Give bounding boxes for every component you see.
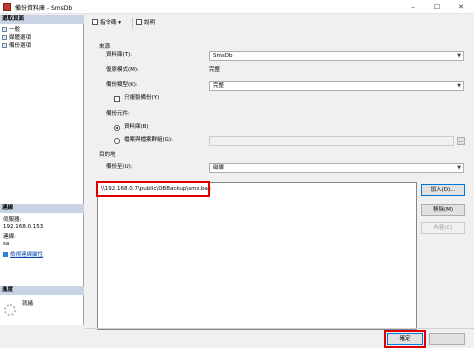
backup-type-select[interactable]: 完整 ▼ bbox=[209, 81, 464, 91]
database-label: 資料庫(T): bbox=[106, 52, 133, 58]
script-button[interactable]: 指令碼 ▾ bbox=[92, 18, 121, 29]
cancel-button[interactable] bbox=[429, 333, 465, 345]
contents-button: 內容(C) bbox=[421, 222, 465, 234]
help-button[interactable]: 說明 bbox=[136, 18, 155, 29]
page-media-options[interactable]: 媒體選項 bbox=[2, 35, 31, 42]
copy-only-checkbox[interactable] bbox=[114, 96, 120, 102]
add-destination-button[interactable]: 加入(D)... bbox=[421, 184, 465, 196]
connection-value: sa bbox=[3, 241, 10, 247]
toolbar-separator bbox=[132, 18, 133, 29]
connection-label: 連線: bbox=[3, 234, 16, 240]
server-value: 192.168.0.153 bbox=[3, 224, 44, 230]
files-textbox bbox=[209, 136, 454, 146]
maximize-button[interactable]: ☐ bbox=[426, 0, 448, 14]
destination-group-label: 目的地 bbox=[99, 152, 116, 158]
close-button[interactable]: ✕ bbox=[450, 0, 472, 14]
page-icon bbox=[2, 27, 7, 32]
backup-type-label: 備份類型(K): bbox=[106, 82, 138, 88]
title-bar: 備份資料庫 - SmsDb – ☐ ✕ bbox=[0, 0, 474, 14]
view-connection-properties-link[interactable]: 檢視連線屬性 bbox=[3, 252, 43, 259]
backup-to-label: 備份至(U): bbox=[106, 164, 133, 170]
source-group-label: 來源 bbox=[99, 44, 111, 50]
recovery-model-label: 復原模式(M): bbox=[106, 67, 139, 73]
component-database-label: 資料庫(B) bbox=[124, 124, 149, 130]
destination-list[interactable]: \\192.168.0.7\public\DBBackup\sms.bak bbox=[97, 182, 417, 330]
toolbar: 指令碼 ▾ 說明 bbox=[86, 16, 472, 31]
component-files-radio[interactable] bbox=[114, 138, 120, 144]
page-backup-options[interactable]: 備份選項 bbox=[2, 43, 31, 50]
minimize-button[interactable]: – bbox=[402, 0, 424, 14]
component-files-label: 檔案與檔案群組(G): bbox=[124, 137, 173, 143]
connection-header: 連線 bbox=[0, 204, 84, 213]
app-icon bbox=[3, 3, 11, 11]
component-database-radio[interactable] bbox=[114, 125, 120, 131]
backup-component-label: 備份元件: bbox=[106, 111, 130, 117]
properties-icon bbox=[3, 252, 8, 257]
chevron-down-icon: ▼ bbox=[457, 83, 461, 89]
script-icon bbox=[92, 19, 98, 25]
progress-spinner-icon bbox=[4, 304, 16, 316]
remove-destination-button[interactable]: 移除(M) bbox=[421, 204, 465, 216]
progress-status: 就緒 bbox=[22, 301, 34, 307]
left-pane: 選取頁面 一般 媒體選項 備份選項 連線 伺服器: 192.168.0.153 … bbox=[0, 15, 84, 325]
footer-divider bbox=[85, 328, 474, 329]
server-label: 伺服器: bbox=[3, 217, 22, 223]
chevron-down-icon: ▼ bbox=[457, 53, 461, 59]
destination-path-item[interactable]: \\192.168.0.7\public\DBBackup\sms.bak bbox=[101, 186, 211, 193]
backup-to-select[interactable]: 磁碟 ▼ bbox=[209, 163, 464, 173]
window-title: 備份資料庫 - SmsDb bbox=[15, 5, 73, 12]
ok-button[interactable]: 確定 bbox=[387, 333, 423, 345]
page-icon bbox=[2, 35, 7, 40]
chevron-down-icon: ▼ bbox=[457, 165, 461, 171]
help-icon bbox=[136, 19, 142, 25]
select-page-header: 選取頁面 bbox=[0, 15, 84, 24]
recovery-model-value: 完整 bbox=[209, 67, 221, 73]
progress-header: 進度 bbox=[0, 286, 84, 295]
browse-files-button: ... bbox=[457, 137, 465, 145]
copy-only-label: 只複製備份(Y) bbox=[124, 95, 160, 101]
database-select[interactable]: SmsDb ▼ bbox=[209, 51, 464, 61]
page-icon bbox=[2, 43, 7, 48]
page-general[interactable]: 一般 bbox=[2, 27, 20, 34]
